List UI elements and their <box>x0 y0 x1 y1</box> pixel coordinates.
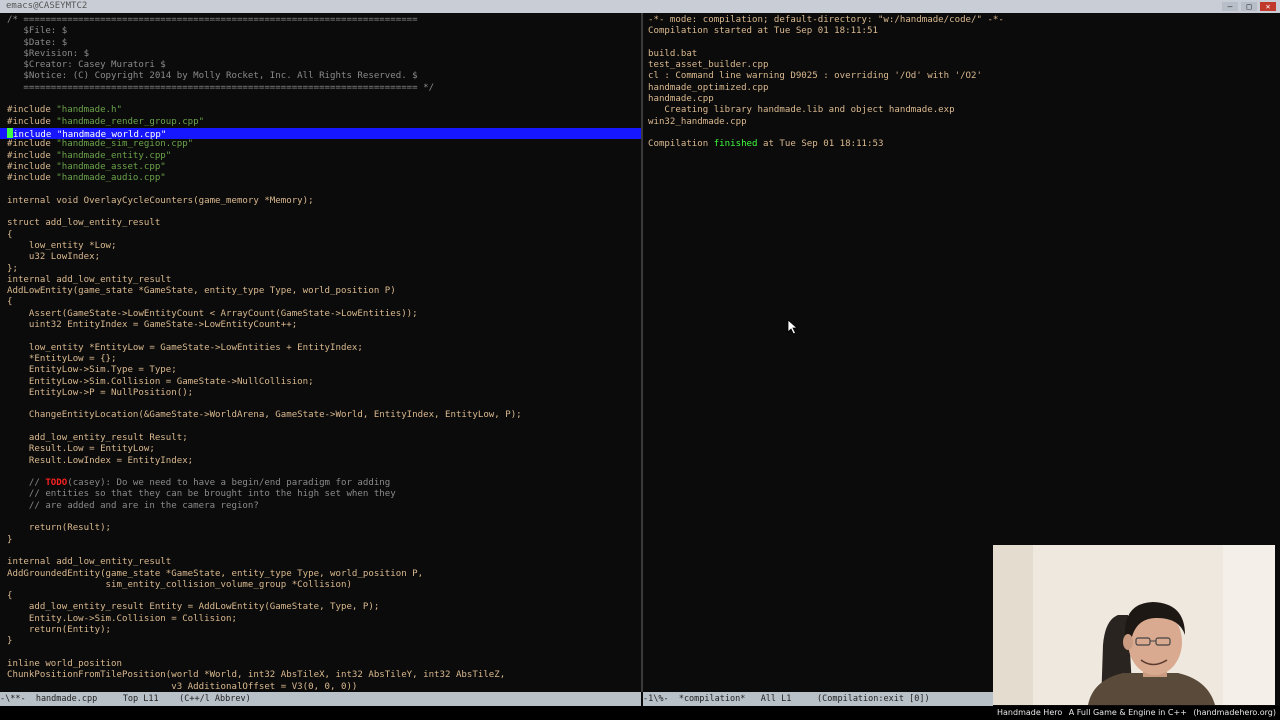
compilation-line[interactable]: cl : Command line warning D9025 : overri… <box>648 71 1280 82</box>
compilation-line[interactable]: handmade.cpp <box>648 94 1280 105</box>
code-line[interactable] <box>7 399 641 410</box>
code-line[interactable]: #include "handmade_entity.cpp" <box>7 151 641 162</box>
code-line[interactable] <box>7 184 641 195</box>
compilation-line[interactable]: test_asset_builder.cpp <box>648 60 1280 71</box>
code-line[interactable]: ChunkPositionFromTilePosition(world *Wor… <box>7 670 641 681</box>
code-line[interactable]: AddGroundedEntity(game_state *GameState,… <box>7 569 641 580</box>
code-line[interactable]: v3 AdditionalOffset = V3(0, 0, 0)) <box>7 682 641 692</box>
webcam-person-image <box>993 545 1275 705</box>
code-line[interactable]: { <box>7 591 641 602</box>
code-line[interactable]: return(Result); <box>7 523 641 534</box>
code-line[interactable]: // are added and are in the camera regio… <box>7 501 641 512</box>
code-line[interactable] <box>7 648 641 659</box>
mouse-cursor-icon <box>787 319 799 335</box>
code-line[interactable]: } <box>7 636 641 647</box>
code-line[interactable]: // entities so that they can be brought … <box>7 489 641 500</box>
compilation-line[interactable]: -*- mode: compilation; default-directory… <box>648 15 1280 26</box>
compilation-line[interactable]: handmade_optimized.cpp <box>648 83 1280 94</box>
code-line[interactable] <box>7 207 641 218</box>
code-line[interactable]: ChangeEntityLocation(&GameState->WorldAr… <box>7 410 641 421</box>
code-line[interactable]: *EntityLow = {}; <box>7 354 641 365</box>
code-line[interactable]: u32 LowIndex; <box>7 252 641 263</box>
code-line[interactable]: #include "handmade.h" <box>7 105 641 116</box>
code-line[interactable]: struct add_low_entity_result <box>7 218 641 229</box>
compilation-modeline: -1\%- *compilation* All L1 (Compilation:… <box>643 692 993 706</box>
compilation-line[interactable] <box>648 38 1280 49</box>
code-line[interactable]: AddLowEntity(game_state *GameState, enti… <box>7 286 641 297</box>
code-line[interactable] <box>7 331 641 342</box>
compilation-output[interactable]: -*- mode: compilation; default-directory… <box>643 13 1280 151</box>
code-editor-pane[interactable]: /* =====================================… <box>0 13 641 692</box>
code-line[interactable] <box>7 467 641 478</box>
code-line[interactable]: low_entity *EntityLow = GameState->LowEn… <box>7 343 641 354</box>
code-line[interactable]: uint32 EntityIndex = GameState->LowEntit… <box>7 320 641 331</box>
code-line[interactable]: Assert(GameState->LowEntityCount < Array… <box>7 309 641 320</box>
code-line[interactable]: inline world_position <box>7 659 641 670</box>
webcam-overlay <box>993 545 1275 705</box>
code-line[interactable]: Result.LowIndex = EntityIndex; <box>7 456 641 467</box>
compilation-line[interactable]: Compilation finished at Tue Sep 01 18:11… <box>648 139 1280 150</box>
compilation-line[interactable]: win32_handmade.cpp <box>648 117 1280 128</box>
code-line[interactable]: add_low_entity_result Entity = AddLowEnt… <box>7 602 641 613</box>
code-line[interactable] <box>7 512 641 523</box>
footer-website: (handmadehero.org) <box>1193 708 1276 717</box>
compilation-line[interactable]: build.bat <box>648 49 1280 60</box>
code-line[interactable]: low_entity *Low; <box>7 241 641 252</box>
code-line[interactable]: sim_entity_collision_volume_group *Colli… <box>7 580 641 591</box>
compilation-line[interactable]: Compilation started at Tue Sep 01 18:11:… <box>648 26 1280 37</box>
code-line[interactable]: { <box>7 230 641 241</box>
code-line[interactable]: $Notice: (C) Copyright 2014 by Molly Roc… <box>7 71 641 82</box>
code-line[interactable]: internal void OverlayCycleCounters(game_… <box>7 196 641 207</box>
close-icon[interactable]: ✕ <box>1260 2 1276 11</box>
compilation-line[interactable]: Creating library handmade.lib and object… <box>648 105 1280 116</box>
code-line[interactable]: EntityLow->Sim.Collision = GameState->Nu… <box>7 377 641 388</box>
code-line[interactable]: { <box>7 297 641 308</box>
compilation-line[interactable] <box>648 128 1280 139</box>
footer-tagline: A Full Game & Engine in C++ <box>1068 708 1187 717</box>
code-line[interactable]: #include "handmade_render_group.cpp" <box>7 117 641 128</box>
code-line[interactable]: return(Entity); <box>7 625 641 636</box>
code-line[interactable]: /* =====================================… <box>7 15 641 26</box>
code-line[interactable]: // TODO(casey): Do we need to have a beg… <box>7 478 641 489</box>
code-line[interactable]: $Date: $ <box>7 38 641 49</box>
stream-footer: Handmade Hero A Full Game & Engine in C+… <box>993 706 1280 720</box>
code-line[interactable]: EntityLow->Sim.Type = Type; <box>7 365 641 376</box>
code-line[interactable]: $Revision: $ <box>7 49 641 60</box>
code-line[interactable]: #include "handmade_asset.cpp" <box>7 162 641 173</box>
code-line[interactable]: EntityLow->P = NullPosition(); <box>7 388 641 399</box>
code-line[interactable]: Entity.Low->Sim.Collision = Collision; <box>7 614 641 625</box>
window-title: emacs@CASEYMTC2 <box>6 1 88 11</box>
code-line[interactable]: $Creator: Casey Muratori $ <box>7 60 641 71</box>
code-line[interactable] <box>7 422 641 433</box>
code-line[interactable]: internal add_low_entity_result <box>7 557 641 568</box>
editor-modeline: -\**- handmade.cpp Top L11 (C++/l Abbrev… <box>0 692 641 706</box>
code-line[interactable]: #include "handmade_audio.cpp" <box>7 173 641 184</box>
code-line[interactable] <box>7 546 641 557</box>
maximize-icon[interactable]: □ <box>1241 2 1257 11</box>
code-line[interactable]: Result.Low = EntityLow; <box>7 444 641 455</box>
code-line-highlighted[interactable]: include "handmade_world.cpp" <box>0 127 641 140</box>
window-titlebar: emacs@CASEYMTC2 – □ ✕ <box>0 0 1280 13</box>
footer-show-name: Handmade Hero <box>997 708 1063 717</box>
code-line[interactable]: }; <box>7 264 641 275</box>
text-cursor <box>7 127 13 138</box>
code-line[interactable] <box>7 94 641 105</box>
code-line[interactable]: $File: $ <box>7 26 641 37</box>
code-buffer[interactable]: /* =====================================… <box>0 13 641 692</box>
code-line[interactable]: internal add_low_entity_result <box>7 275 641 286</box>
code-line[interactable]: } <box>7 535 641 546</box>
code-line[interactable]: ========================================… <box>7 83 641 94</box>
window-controls: – □ ✕ <box>1222 0 1276 13</box>
code-line[interactable]: add_low_entity_result Result; <box>7 433 641 444</box>
code-line[interactable]: #include "handmade_sim_region.cpp" <box>7 139 641 150</box>
minimize-icon[interactable]: – <box>1222 2 1238 11</box>
